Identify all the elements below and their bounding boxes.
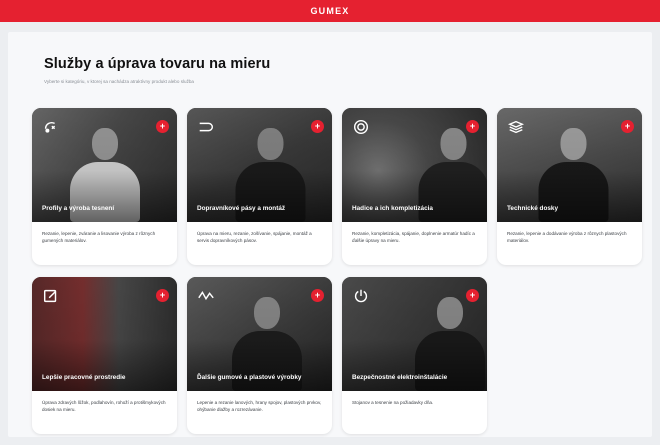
page-title: Služby a úprava tovaru na mieru bbox=[44, 56, 271, 72]
add-button[interactable]: + bbox=[466, 120, 479, 133]
service-card-technicke-dosky[interactable]: + Technické dosky Rezanie, lepenie a dod… bbox=[497, 108, 642, 265]
service-card-elektroinstalacie[interactable]: + Bezpečnostné elektroinštalácie Stojano… bbox=[342, 277, 487, 434]
service-card-grid: + Profily a výroba tesnení Rezanie, lepe… bbox=[32, 108, 642, 434]
conveyor-icon bbox=[197, 118, 215, 136]
card-title: Technické dosky bbox=[507, 205, 559, 213]
gumex-logo[interactable]: GUMEX bbox=[310, 6, 349, 16]
add-button[interactable]: + bbox=[156, 120, 169, 133]
add-button[interactable]: + bbox=[621, 120, 634, 133]
card-description: Úprava zdravých lôžok, podlahovín, rohož… bbox=[42, 400, 166, 412]
top-brand-bar: GUMEX bbox=[0, 0, 660, 22]
hose-icon bbox=[352, 118, 370, 136]
card-description: Úprava na mieru, rezanie, zošívanie, spá… bbox=[197, 231, 312, 243]
layers-icon bbox=[507, 118, 525, 136]
service-card-pracovne-prostredie[interactable]: + Lepšie pracovné prostredie Úprava zdra… bbox=[32, 277, 177, 434]
add-button[interactable]: + bbox=[311, 120, 324, 133]
card-photo: + Hadice a ich kompletizácia bbox=[342, 108, 487, 222]
wave-icon bbox=[197, 287, 215, 305]
edit-icon bbox=[42, 287, 60, 305]
card-title: Hadice a ich kompletizácia bbox=[352, 205, 433, 213]
add-button[interactable]: + bbox=[466, 289, 479, 302]
card-description: Stojanov a tesnenie na požiadavky dňa. bbox=[352, 400, 434, 405]
add-button[interactable]: + bbox=[156, 289, 169, 302]
card-photo: + Ďalšie gumové a plastové výrobky bbox=[187, 277, 332, 391]
card-photo: + Technické dosky bbox=[497, 108, 642, 222]
service-card-gumove-plastove-vyrobky[interactable]: + Ďalšie gumové a plastové výrobky Lepen… bbox=[187, 277, 332, 434]
rubber-profile-icon bbox=[42, 118, 60, 136]
card-description: Rezanie, lepenie a dodávanie výroba z rô… bbox=[507, 231, 627, 243]
services-page: Služby a úprava tovaru na mieru Vyberte … bbox=[8, 32, 652, 437]
card-title: Ďalšie gumové a plastové výrobky bbox=[197, 374, 302, 382]
card-title: Profily a výroba tesnení bbox=[42, 205, 115, 213]
card-title: Bezpečnostné elektroinštalácie bbox=[352, 374, 448, 382]
service-card-hadice[interactable]: + Hadice a ich kompletizácia Rezanie, ko… bbox=[342, 108, 487, 265]
card-photo: + Lepšie pracovné prostredie bbox=[32, 277, 177, 391]
power-icon bbox=[352, 287, 370, 305]
card-description: Lepenie a rezanie lanových, hrany spojov… bbox=[197, 400, 322, 412]
card-photo: + Profily a výroba tesnení bbox=[32, 108, 177, 222]
card-description: Rezanie, kompletizácia, spájanie, doplne… bbox=[352, 231, 475, 243]
service-card-profily[interactable]: + Profily a výroba tesnení Rezanie, lepe… bbox=[32, 108, 177, 265]
card-description: Rezanie, lepenie, zváranie a lisovanie v… bbox=[42, 231, 156, 243]
service-card-dopravnikove-pasy[interactable]: + Dopravníkové pásy a montáž Úprava na m… bbox=[187, 108, 332, 265]
card-title: Dopravníkové pásy a montáž bbox=[197, 205, 286, 213]
add-button[interactable]: + bbox=[311, 289, 324, 302]
card-title: Lepšie pracovné prostredie bbox=[42, 374, 126, 382]
page-subtitle: Vyberte si kategóriu, v ktorej sa nachád… bbox=[44, 79, 194, 84]
card-photo: + Dopravníkové pásy a montáž bbox=[187, 108, 332, 222]
card-photo: + Bezpečnostné elektroinštalácie bbox=[342, 277, 487, 391]
